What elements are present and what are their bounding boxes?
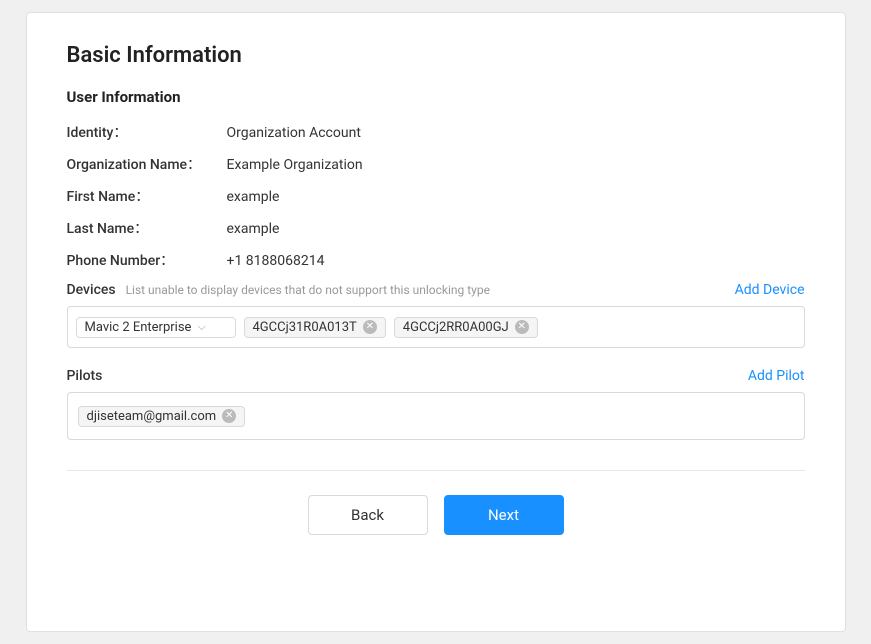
devices-hint: List unable to display devices that do n… — [126, 283, 490, 297]
device-tag-2: 4GCCj2RR0A00GJ ✕ — [394, 317, 538, 338]
pilot-tag-1-value: djiseteam@gmail.com — [87, 409, 217, 424]
section-divider — [67, 470, 805, 471]
pilots-header-row: Pilots Add Pilot — [67, 368, 805, 384]
device-tag-2-close[interactable]: ✕ — [515, 320, 529, 334]
first-name-row: First Name： example — [67, 186, 805, 206]
device-dropdown-value: Mavic 2 Enterprise — [85, 320, 192, 335]
pilot-tag-1: djiseteam@gmail.com ✕ — [78, 406, 246, 427]
last-name-label: Last Name： — [67, 218, 227, 238]
main-card: Basic Information User Information Ident… — [26, 12, 846, 632]
last-name-value: example — [227, 221, 280, 237]
add-device-link[interactable]: Add Device — [735, 282, 805, 298]
last-name-row: Last Name： example — [67, 218, 805, 238]
device-tag-2-value: 4GCCj2RR0A00GJ — [403, 320, 509, 335]
device-tag-1-close[interactable]: ✕ — [363, 320, 377, 334]
back-button[interactable]: Back — [308, 495, 428, 535]
add-pilot-link[interactable]: Add Pilot — [748, 368, 805, 384]
device-tag-1: 4GCCj31R0A013T ✕ — [244, 317, 386, 338]
pilots-input-area: djiseteam@gmail.com ✕ — [67, 392, 805, 440]
identity-value: Organization Account — [227, 125, 361, 141]
org-name-row: Organization Name： Example Organization — [67, 154, 805, 174]
device-type-dropdown[interactable]: Mavic 2 Enterprise ⌵ — [76, 317, 236, 338]
footer-buttons: Back Next — [67, 495, 805, 535]
first-name-label: First Name： — [67, 186, 227, 206]
next-button[interactable]: Next — [444, 495, 564, 535]
org-name-value: Example Organization — [227, 157, 363, 173]
pilot-tag-1-close[interactable]: ✕ — [222, 409, 236, 423]
devices-label: Devices — [67, 282, 116, 298]
first-name-value: example — [227, 189, 280, 205]
device-tag-1-value: 4GCCj31R0A013T — [253, 320, 357, 335]
phone-label: Phone Number： — [67, 250, 227, 270]
identity-label: Identity： — [67, 122, 227, 142]
chevron-down-icon: ⌵ — [197, 320, 205, 334]
page-title: Basic Information — [67, 43, 805, 68]
org-name-label: Organization Name： — [67, 154, 227, 174]
phone-row: Phone Number： +1 8188068214 — [67, 250, 805, 270]
devices-selector: Mavic 2 Enterprise ⌵ 4GCCj31R0A013T ✕ 4G… — [67, 306, 805, 348]
devices-left: Devices List unable to display devices t… — [67, 282, 490, 298]
identity-row: Identity： Organization Account — [67, 122, 805, 142]
phone-value: +1 8188068214 — [227, 253, 325, 269]
section-title: User Information — [67, 88, 805, 106]
pilots-label: Pilots — [67, 368, 103, 384]
devices-header-row: Devices List unable to display devices t… — [67, 282, 805, 298]
